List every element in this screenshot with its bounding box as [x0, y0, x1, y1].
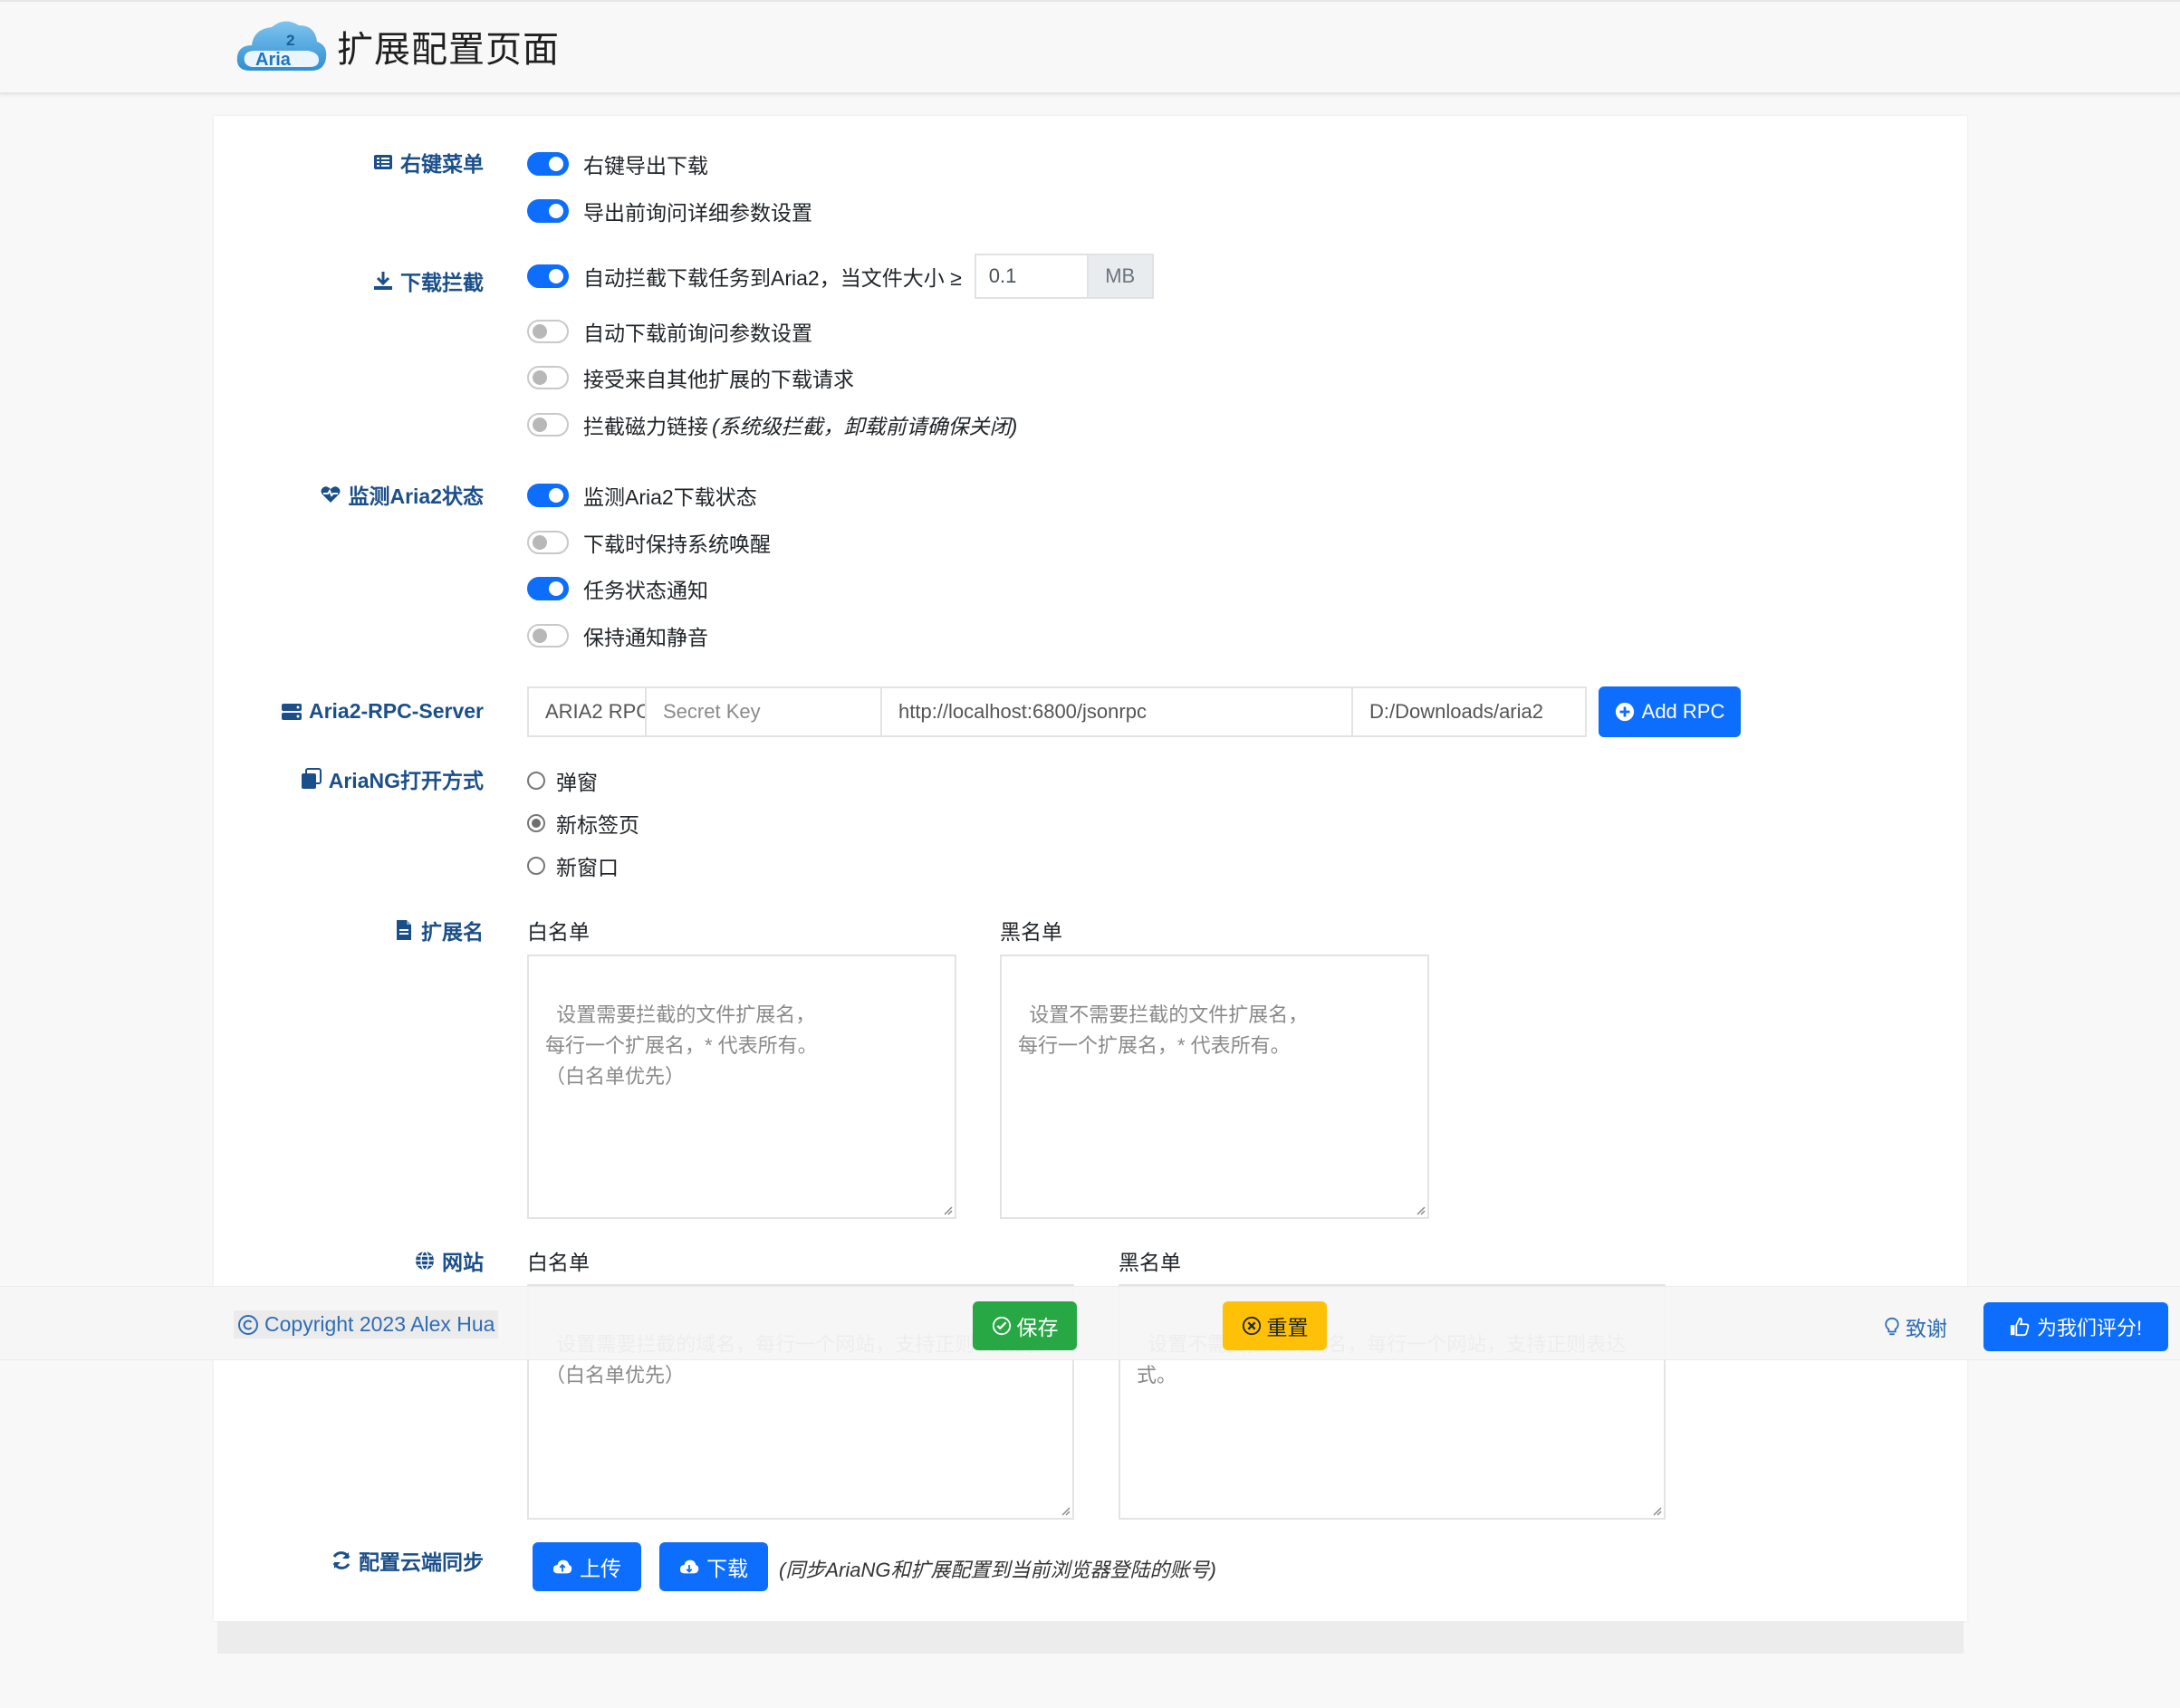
cloud-upload-icon [552, 1559, 572, 1574]
server-icon [280, 700, 303, 724]
svg-text:2: 2 [286, 32, 294, 49]
download-config-button[interactable]: 下载 [659, 1542, 768, 1591]
file-size-input-group: 0.1 MB [974, 254, 1154, 299]
option-task-notification[interactable]: 任务状态通知 [527, 573, 708, 604]
reset-button[interactable]: 重置 [1223, 1301, 1327, 1350]
radio-new-tab[interactable]: 新标签页 [527, 808, 639, 839]
section-label-rpc-server: Aria2-RPC-Server [280, 699, 484, 724]
settings-card [214, 116, 1967, 1621]
resize-grip-icon[interactable] [1058, 1503, 1071, 1516]
section-label-context-menu: 右键菜单 [371, 147, 484, 178]
toggle-accept-other-extensions[interactable] [527, 366, 569, 389]
option-accept-other-extensions[interactable]: 接受来自其他扩展的下载请求 [527, 362, 854, 393]
card-bottom-bar [217, 1621, 1964, 1654]
toggle-intercept-magnet[interactable] [527, 413, 569, 437]
section-label-monitor: 监测Aria2状态 [319, 479, 484, 510]
option-keep-awake[interactable]: 下载时保持系统唤醒 [527, 527, 771, 558]
radio-new-window[interactable]: 新窗口 [527, 850, 619, 881]
radio-popup[interactable]: 弹窗 [527, 765, 598, 796]
toggle-auto-intercept[interactable] [527, 264, 569, 288]
rate-us-button[interactable]: 为我们评分! [1983, 1302, 2168, 1351]
check-circle-icon [992, 1316, 1011, 1336]
extensions-blacklist-label: 黑名单 [1000, 920, 1062, 944]
option-intercept-magnet[interactable]: 拦截磁力链接 (系统级拦截，卸载前请确保关闭) [527, 409, 1017, 440]
lightbulb-icon [1885, 1317, 1899, 1336]
plus-circle-icon [1615, 702, 1634, 722]
section-label-download-intercept: 下载拦截 [371, 265, 484, 296]
option-monitor-aria2[interactable]: 监测Aria2下载状态 [527, 480, 757, 511]
option-export-download[interactable]: 右键导出下载 [527, 149, 708, 179]
save-button[interactable]: 保存 [973, 1301, 1077, 1350]
websites-whitelist-label: 白名单 [527, 1251, 590, 1274]
toggle-keep-awake[interactable] [527, 531, 569, 554]
section-label-cloud-sync: 配置云端同步 [330, 1545, 484, 1576]
toggle-ask-before-export[interactable] [527, 199, 569, 223]
sync-icon [330, 1549, 353, 1572]
section-label-ariang-open: AriaNG打开方式 [300, 763, 484, 794]
toggle-mute-notification[interactable] [527, 624, 569, 648]
add-rpc-button[interactable]: Add RPC [1599, 686, 1741, 737]
thumbs-up-icon [2010, 1317, 2030, 1337]
section-label-extensions: 扩展名 [392, 915, 484, 945]
radio-popup-input[interactable] [527, 772, 545, 790]
extensions-whitelist-label: 白名单 [527, 920, 590, 944]
toggle-monitor-aria2[interactable] [527, 484, 569, 507]
file-size-input[interactable]: 0.1 [974, 254, 1087, 299]
navbar: 2 Aria 扩展配置页面 [0, 0, 2180, 94]
resize-grip-icon[interactable] [1413, 1203, 1426, 1215]
rpc-secret-input[interactable]: Secret Key [645, 686, 880, 737]
upload-button[interactable]: 上传 [533, 1542, 641, 1591]
file-size-unit: MB [1086, 254, 1154, 299]
x-circle-icon [1242, 1316, 1261, 1336]
copyright: Copyright 2023 Alex Hua [234, 1310, 499, 1339]
file-icon [392, 918, 416, 942]
cloud-sync-note: (同步AriaNG和扩展配置到当前浏览器登陆的账号) [779, 1559, 1216, 1581]
toggle-ask-before-download[interactable] [527, 320, 569, 343]
brand: 2 Aria 扩展配置页面 [232, 11, 560, 82]
section-label-websites: 网站 [413, 1245, 484, 1276]
option-auto-intercept[interactable]: 自动拦截下载任务到Aria2，当文件大小 ≥ 0.1 MB [527, 254, 1154, 299]
globe-icon [413, 1249, 437, 1272]
rpc-url-input[interactable]: http://localhost:6800/jsonrpc [880, 686, 1351, 737]
resize-grip-icon[interactable] [940, 1203, 953, 1215]
radio-new-tab-input[interactable] [527, 814, 545, 832]
thanks-link[interactable]: 致谢 [1882, 1311, 1947, 1342]
extensions-whitelist-textarea[interactable]: 设置需要拦截的文件扩展名， 每行一个扩展名，* 代表所有。 （白名单优先） [527, 955, 956, 1219]
cloud-download-icon [679, 1559, 699, 1574]
radio-new-window-input[interactable] [527, 857, 545, 875]
rpc-dir-input[interactable]: D:/Downloads/aria2 [1351, 686, 1587, 737]
window-icon [300, 767, 323, 791]
toggle-export-download[interactable] [527, 152, 569, 176]
heartbeat-icon [319, 483, 342, 506]
option-mute-notification[interactable]: 保持通知静音 [527, 620, 708, 651]
page-title: 扩展配置页面 [337, 30, 560, 70]
rpc-name-input[interactable]: ARIA2 RPC [527, 686, 645, 737]
svg-text:Aria: Aria [255, 50, 292, 70]
copyright-icon [238, 1314, 258, 1335]
aria2-logo: 2 Aria [232, 11, 330, 82]
option-ask-before-export[interactable]: 导出前询问详细参数设置 [527, 196, 812, 226]
rpc-input-group: ARIA2 RPC Secret Key http://localhost:68… [527, 686, 1587, 737]
download-icon [371, 269, 395, 293]
websites-blacklist-label: 黑名单 [1119, 1251, 1181, 1274]
resize-grip-icon[interactable] [1649, 1503, 1662, 1516]
option-ask-before-download[interactable]: 自动下载前询问参数设置 [527, 316, 812, 347]
list-icon [371, 150, 395, 174]
toggle-task-notification[interactable] [527, 577, 569, 600]
extensions-blacklist-textarea[interactable]: 设置不需要拦截的文件扩展名， 每行一个扩展名，* 代表所有。 [1000, 955, 1429, 1219]
